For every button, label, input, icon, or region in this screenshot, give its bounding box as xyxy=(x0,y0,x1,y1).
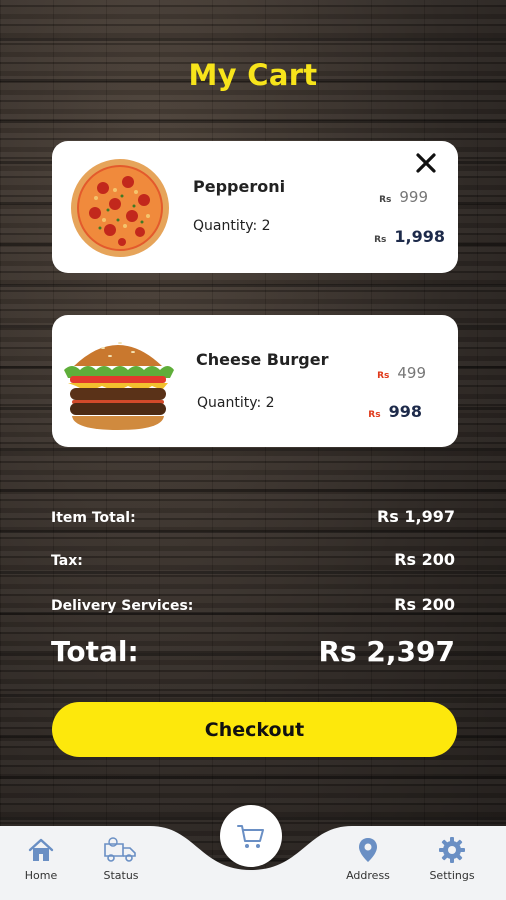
burger-image xyxy=(64,342,174,430)
cart-item-cheese-burger[interactable]: Cheese Burger Quantity: 2 Rs 499 Rs 998 xyxy=(52,315,458,447)
tax-label: Tax: xyxy=(51,553,83,569)
item-total-label: Item Total: xyxy=(51,510,136,526)
grand-total-row: Total: Rs 2,397 xyxy=(51,635,455,668)
location-pin-icon xyxy=(359,838,377,862)
delivery-row: Delivery Services: Rs 200 xyxy=(51,595,455,614)
tax-row: Tax: Rs 200 xyxy=(51,550,455,569)
currency-label: Rs xyxy=(374,235,387,245)
item-total-row: Item Total: Rs 1,997 xyxy=(51,507,455,526)
currency-label: Rs xyxy=(368,410,381,420)
close-icon[interactable] xyxy=(414,151,438,175)
checkout-button[interactable]: Checkout xyxy=(52,702,457,757)
item-quantity: Quantity: 2 xyxy=(193,218,271,234)
nav-home[interactable]: Home xyxy=(6,836,76,882)
wood-background xyxy=(0,0,506,900)
cart-item-pepperoni[interactable]: Pepperoni Quantity: 2 Rs 999 Rs 1,998 xyxy=(52,141,458,273)
nav-status[interactable]: Status xyxy=(86,836,156,882)
nav-settings[interactable]: Settings xyxy=(417,836,487,882)
currency-label: Rs xyxy=(379,195,392,205)
unit-price-value: 499 xyxy=(397,364,426,382)
delivery-status-icon xyxy=(104,837,136,862)
unit-price: Rs 499 xyxy=(377,364,426,382)
delivery-label: Delivery Services: xyxy=(51,598,194,614)
gear-icon xyxy=(439,837,465,863)
currency-label: Rs xyxy=(377,371,390,381)
grand-total-label: Total: xyxy=(51,635,139,668)
item-name: Pepperoni xyxy=(193,177,286,196)
home-icon xyxy=(28,838,54,861)
nav-status-label: Status xyxy=(103,869,139,882)
page-title: My Cart xyxy=(188,58,318,92)
tax-value: Rs 200 xyxy=(394,550,455,569)
line-total: Rs 998 xyxy=(368,402,422,421)
line-total-value: 998 xyxy=(388,402,422,421)
delivery-value: Rs 200 xyxy=(394,595,455,614)
nav-address-label: Address xyxy=(346,869,390,882)
nav-address[interactable]: Address xyxy=(333,836,403,882)
nav-settings-label: Settings xyxy=(429,869,475,882)
line-total: Rs 1,998 xyxy=(374,227,445,246)
cart-icon xyxy=(237,825,264,848)
unit-price-value: 999 xyxy=(399,188,428,206)
item-total-value: Rs 1,997 xyxy=(376,507,455,526)
unit-price: Rs 999 xyxy=(379,188,428,206)
item-name: Cheese Burger xyxy=(196,350,329,369)
line-total-value: 1,998 xyxy=(394,227,445,246)
nav-home-label: Home xyxy=(24,869,58,882)
pizza-image xyxy=(71,159,169,257)
item-quantity: Quantity: 2 xyxy=(197,395,275,411)
cart-fab-button[interactable] xyxy=(220,805,282,867)
grand-total-value: Rs 2,397 xyxy=(318,635,455,668)
